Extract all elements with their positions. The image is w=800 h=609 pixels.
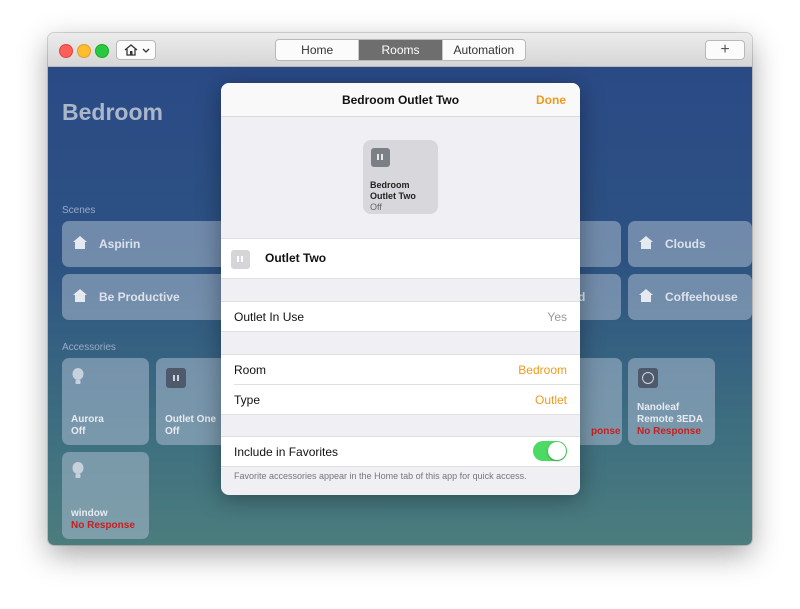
house-icon (639, 289, 653, 302)
scene-label: Coffeehouse (665, 290, 738, 304)
house-icon (639, 236, 653, 249)
type-value: Outlet (534, 393, 567, 407)
accessory-status: No Response (637, 426, 701, 437)
favorites-row: Include in Favorites (221, 436, 580, 467)
scene-tile[interactable]: Coffeehouse (628, 274, 752, 320)
accessory-details-sheet: Bedroom Outlet Two Done Bedroom Outlet T… (221, 83, 580, 495)
lightbulb-icon (72, 368, 84, 384)
type-label: Type (234, 393, 261, 407)
tab-home[interactable]: Home (276, 40, 358, 60)
tab-rooms[interactable]: Rooms (358, 40, 442, 60)
accessory-status: ponse (591, 426, 621, 437)
close-window-button[interactable] (59, 44, 73, 58)
accessory-status: Off (71, 426, 86, 437)
house-icon (73, 289, 87, 302)
room-value: Bedroom (518, 363, 567, 377)
scene-tile[interactable]: Aspirin (62, 221, 232, 267)
accessory-preview-tile[interactable]: Bedroom Outlet Two Off (363, 140, 438, 214)
accessory-status: No Response (71, 520, 135, 531)
accessory-name: Outlet One (165, 414, 217, 425)
title-bar: Home Rooms Automation + (48, 33, 752, 67)
favorites-footnote: Favorite accessories appear in the Home … (234, 471, 527, 481)
accessory-name: window (71, 508, 108, 519)
chevron-down-icon (142, 48, 150, 53)
tile-status: Off (370, 202, 382, 212)
accessories-section-label: Accessories (62, 342, 116, 353)
type-row[interactable]: Type Outlet (221, 385, 580, 414)
accessory-tile[interactable]: window No Response (62, 452, 149, 539)
house-icon (124, 44, 150, 56)
accessory-tile[interactable]: Nanoleaf Remote 3EDA No Response (628, 358, 715, 445)
accessory-status: Off (165, 426, 180, 437)
room-label: Room (234, 363, 267, 377)
lightbulb-icon (72, 462, 84, 478)
add-button[interactable]: + (705, 40, 745, 60)
accessory-name-row[interactable]: Outlet Two (221, 238, 580, 279)
scene-tile[interactable]: Clouds (628, 221, 752, 267)
scene-label: Clouds (665, 237, 706, 251)
house-icon (73, 236, 87, 249)
scenes-section-label: Scenes (62, 205, 96, 216)
outlet-in-use-value: Yes (547, 310, 567, 324)
sheet-header: Bedroom Outlet Two Done (221, 83, 580, 117)
minimize-window-button[interactable] (77, 44, 91, 58)
scene-tile[interactable]: Be Productive (62, 274, 232, 320)
room-title: Bedroom (62, 99, 163, 125)
accessory-tile[interactable]: Aurora Off (62, 358, 149, 445)
home-selector-button[interactable] (116, 40, 156, 60)
outlet-in-use-row: Outlet In Use Yes (221, 301, 580, 332)
accessory-name: Nanoleaf Remote 3EDA (637, 402, 704, 425)
accessory-name: Aurora (71, 414, 104, 425)
favorites-label: Include in Favorites (234, 445, 339, 459)
tab-automation[interactable]: Automation (441, 40, 525, 60)
zoom-window-button[interactable] (95, 44, 109, 58)
outlet-in-use-label: Outlet In Use (234, 310, 305, 324)
outlet-icon (231, 250, 250, 269)
room-type-group: Room Bedroom Type Outlet (221, 354, 580, 415)
nanoleaf-remote-icon (638, 368, 658, 388)
outlet-icon (166, 368, 186, 388)
done-button[interactable]: Done (536, 93, 566, 107)
tile-name: Bedroom Outlet Two (370, 180, 416, 201)
outlet-icon (371, 148, 390, 167)
room-row[interactable]: Room Bedroom (221, 355, 580, 384)
favorites-toggle[interactable] (533, 441, 567, 461)
view-tabs: Home Rooms Automation (275, 39, 526, 61)
accessory-name-field[interactable]: Outlet Two (265, 251, 326, 265)
scene-label: Be Productive (99, 290, 180, 304)
sheet-title: Bedroom Outlet Two (341, 93, 460, 107)
scene-label: Aspirin (99, 237, 141, 251)
